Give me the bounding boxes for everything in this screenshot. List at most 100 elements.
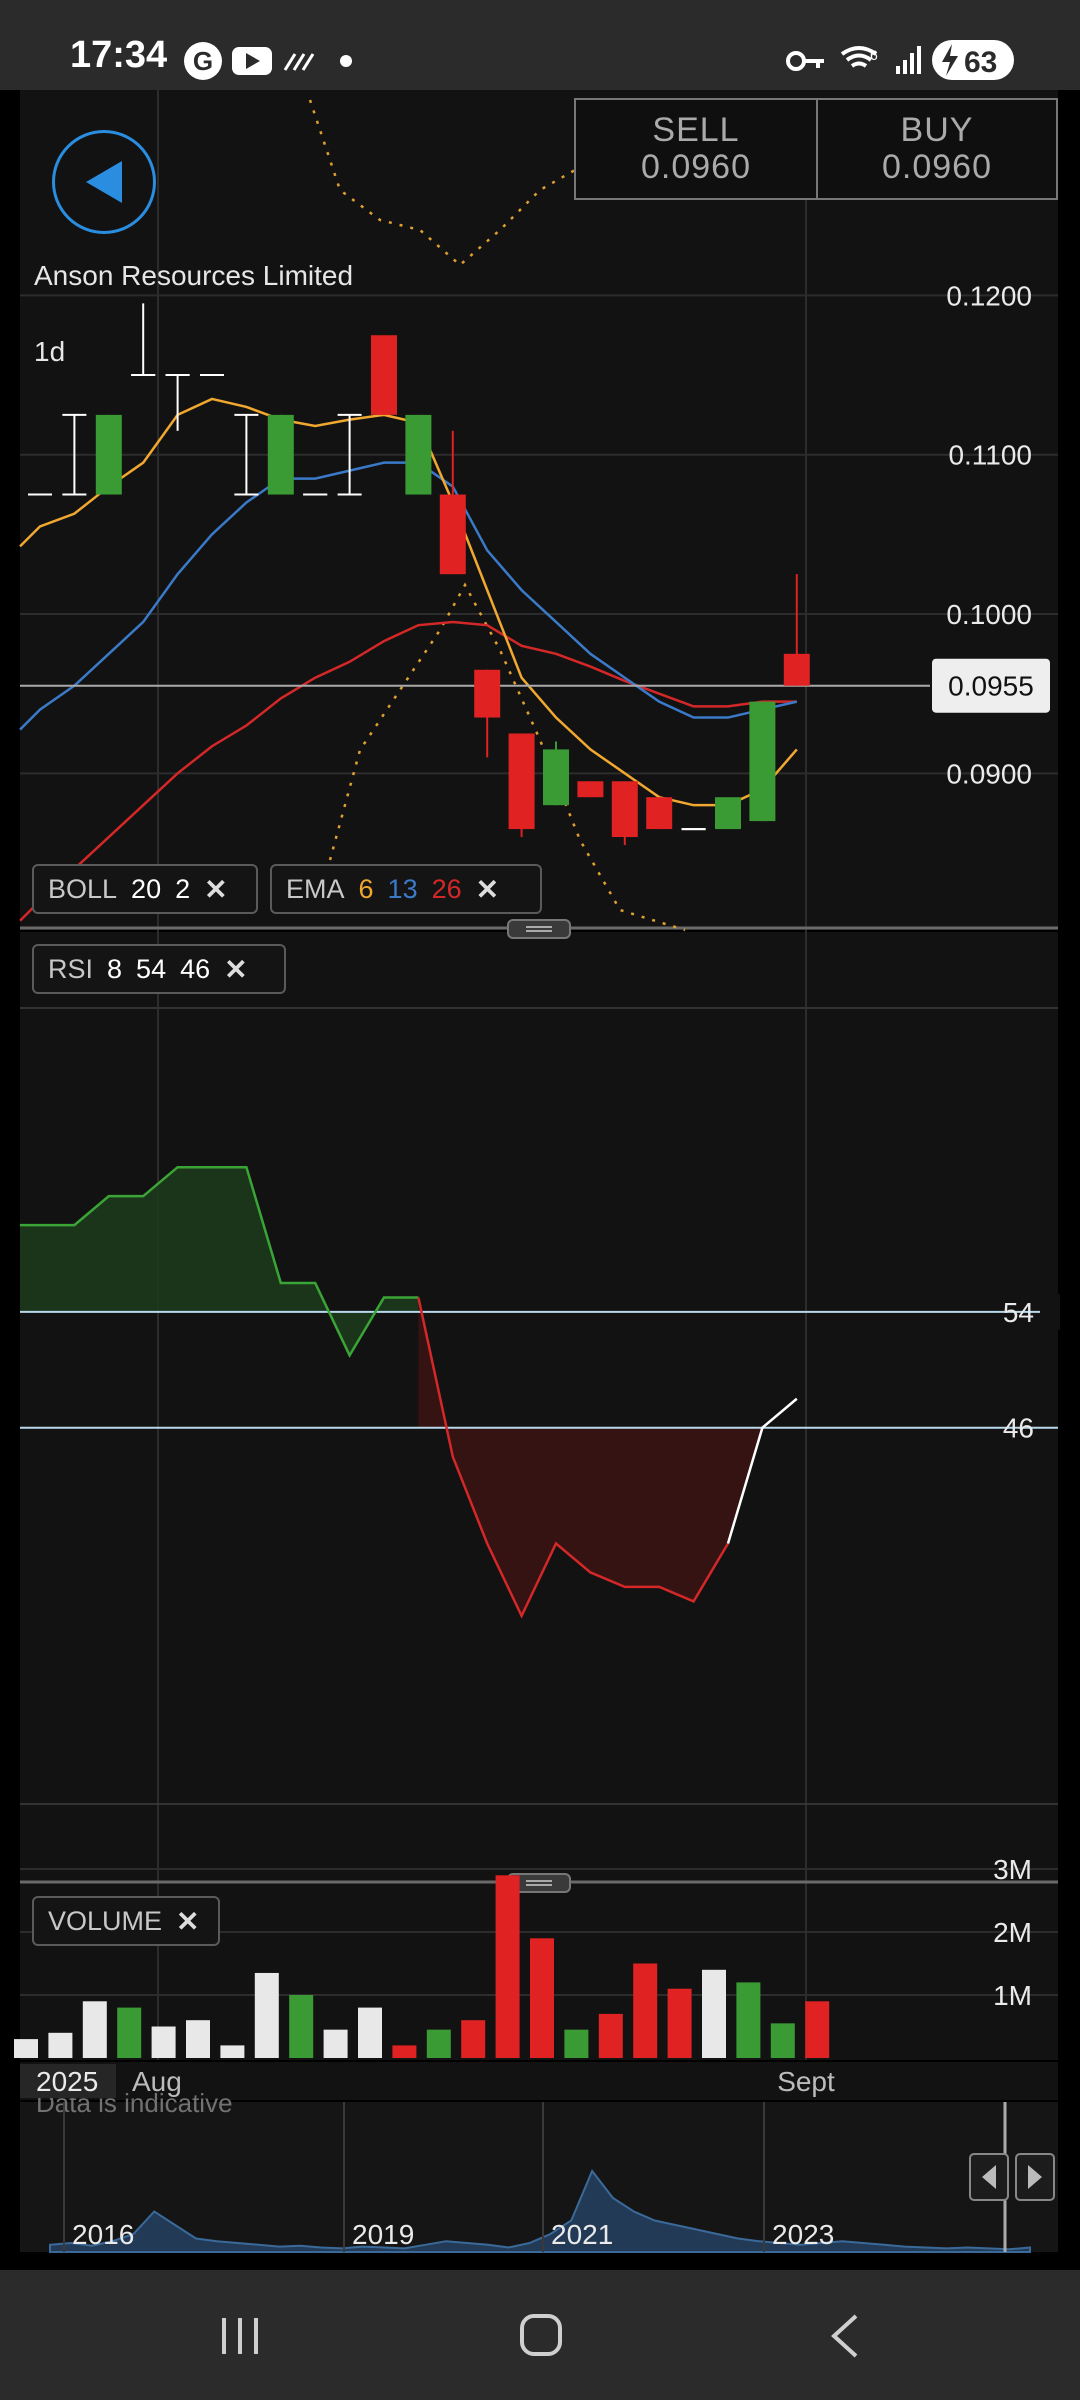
volume-close-icon[interactable]: ✕ [176,1905,199,1938]
candle [95,414,122,495]
navigator-year-label: 2016 [72,2219,134,2250]
signal-stripes-icon [283,53,315,71]
candle [577,781,604,798]
navigator-left-button[interactable] [969,2153,1009,2201]
boll-param-2: 2 [175,873,191,904]
interval-label[interactable]: 1d [34,336,65,368]
company-name: Anson Resources Limited [34,260,354,291]
rsi-label: RSI [48,953,94,984]
volume-bar [702,1969,726,2058]
candle [371,335,397,415]
buy-label: BUY [900,111,974,149]
navigator-year-label: 2019 [352,2219,414,2250]
candle [646,797,673,830]
volume-bar [289,1995,314,2058]
price-tick-label: 0.1000 [946,599,1032,630]
candle [267,414,294,495]
time-axis-month: Aug [132,2066,182,2097]
volume-bar [770,2023,795,2058]
volume-bar [667,1988,692,2058]
volume-bar [220,2045,245,2058]
volume-bar [82,2001,107,2058]
volume-bar [564,2029,589,2058]
boll-label: BOLL [48,873,118,904]
boll-param-1: 20 [131,873,162,904]
status-time: 17:34 [70,34,168,76]
current-price-label: 0.0955 [948,671,1034,702]
price-tick-label: 0.0900 [946,758,1032,789]
svg-text:G: G [193,46,213,76]
volume-chip[interactable]: VOLUME ✕ [32,1896,220,1946]
chart-app: 0.1200 0.1100 0.1000 0.0900 0.0955 54 46 3M 2M 1M… [0,90,1080,2270]
volume-tick-label: 2M [993,1917,1032,1948]
rsi-param-3: 46 [180,953,211,984]
home-button[interactable] [490,2290,590,2380]
g-icon: G [184,42,222,80]
volume-bar [358,2007,382,2058]
volume-bar [392,2045,417,2058]
volume-bar [805,2001,830,2058]
time-axis-month: Sept [777,2066,835,2097]
status-right-icons: 6 63 [786,40,1014,80]
rsi-level-low-label: 46 [1003,1413,1034,1444]
ema-chip[interactable]: EMA 6 13 26 ✕ [270,864,542,914]
candle [405,414,432,495]
navigator-right-button[interactable] [1015,2153,1055,2201]
volume-bar [495,1875,520,2058]
rsi-level-high-label: 54 [1003,1297,1034,1328]
navigator-year-label: 2021 [551,2219,613,2250]
sell-price: 0.0960 [641,148,751,186]
key-icon [786,51,824,71]
youtube-icon [232,47,272,75]
volume-tick-label: 3M [993,1854,1032,1885]
back-nav-button[interactable] [795,2290,895,2380]
sell-label: SELL [652,111,740,149]
time-axis-year: 2025 [36,2066,98,2097]
volume-bar [461,2020,486,2058]
candle [543,741,569,806]
price-tick-label: 0.1200 [946,280,1032,311]
price-tick-label: 0.1100 [948,440,1032,471]
candle [611,781,638,845]
volume-bar [426,2029,451,2058]
volume-bar [14,2039,38,2058]
volume-tick-label: 1M [993,1980,1032,2011]
back-arrow-icon [86,161,122,203]
wifi-6-icon: 6 [840,46,878,68]
buy-price: 0.0960 [882,148,992,186]
rsi-chip[interactable]: RSI 8 54 46 ✕ [32,944,286,994]
rsi-param-1: 8 [107,953,123,984]
ema-label: EMA [286,873,345,904]
rsi-param-2: 54 [136,953,167,984]
svg-text:6: 6 [870,47,878,63]
volume-bar [598,2013,623,2058]
dot-icon [340,55,352,67]
ema-close-icon[interactable]: ✕ [476,873,499,906]
ema-param-2: 13 [387,873,418,904]
status-left-icons: G [184,42,352,80]
battery-level: 63 [964,46,997,79]
rsi-label-bg [1040,1293,1060,1330]
volume-bar [117,2007,142,2058]
recent-apps-button[interactable] [190,2290,290,2380]
volume-bar [186,2020,210,2058]
candle [715,797,741,830]
navigation-bar [0,2270,1080,2400]
volume-bar [633,1963,658,2058]
candle [508,733,535,838]
volume-bar [323,2029,348,2058]
candle [749,701,776,822]
rsi-close-icon[interactable]: ✕ [224,953,247,986]
volume-bar [151,2026,176,2058]
status-bar: 17:34 G 6 63 [0,0,1080,90]
navigator-year-label: 2023 [772,2219,834,2250]
back-button[interactable] [52,130,156,234]
buy-button[interactable]: BUY 0.0960 [816,98,1058,200]
price-panel-bg [20,90,1058,930]
panel-resize-handle[interactable] [507,919,571,939]
sell-button[interactable]: SELL 0.0960 [574,98,818,200]
volume-bar [736,1982,761,2058]
boll-close-icon[interactable]: ✕ [204,873,227,906]
boll-chip[interactable]: BOLL 20 2 ✕ [32,864,258,914]
ema-param-3: 26 [431,873,462,904]
